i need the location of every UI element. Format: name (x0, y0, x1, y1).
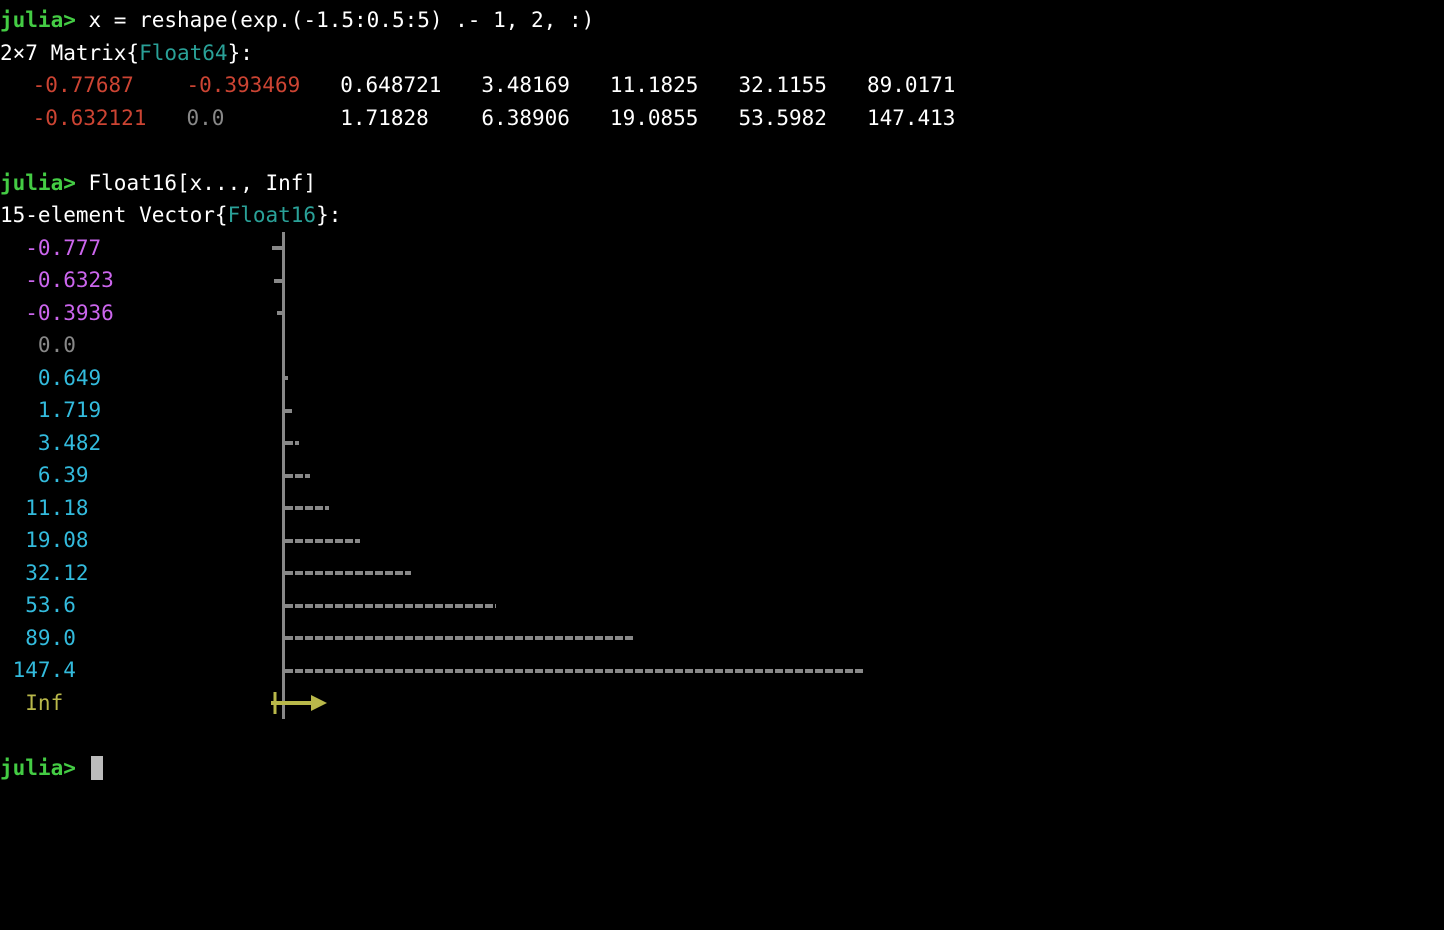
matrix-cell: 11.1825 (590, 69, 719, 102)
spark-bar (285, 539, 360, 543)
spark-bar (285, 669, 865, 673)
vector-value: 19.08 (0, 524, 270, 557)
matrix-cell: 147.413 (847, 102, 976, 135)
vector-value: 3.482 (0, 427, 270, 460)
spark-bar (285, 571, 411, 575)
prompt: julia> (0, 171, 76, 195)
vector-value: Inf (0, 687, 270, 720)
vector-row: 53.6 (0, 589, 1444, 622)
matrix-row: -0.77687-0.3934690.6487213.4816911.18253… (0, 69, 975, 102)
out1-header-plain: 2×7 Matrix{ (0, 41, 139, 65)
vector-value: 53.6 (0, 589, 270, 622)
out2-header-type: Float16 (228, 203, 317, 227)
spark-bar (277, 311, 282, 315)
matrix-cell: 0.648721 (320, 69, 461, 102)
repl-line-1: julia> x = reshape(exp.(-1.5:0.5:5) .- 1… (0, 4, 1444, 37)
vector-value: 147.4 (0, 654, 270, 687)
vector-row: Inf (0, 687, 1444, 720)
out2-header-end: }: (316, 203, 341, 227)
spark-bar (285, 474, 310, 478)
axis (282, 297, 285, 330)
blank-2 (0, 719, 1444, 752)
vector-sparkline: -0.777 -0.6323 -0.3936 0.0 0.649 1.719 3… (0, 232, 1444, 720)
vector-value: 0.649 (0, 362, 270, 395)
prompt: julia> (0, 756, 76, 780)
matrix-cell: 6.38906 (461, 102, 590, 135)
vector-row: 89.0 (0, 622, 1444, 655)
vector-value: -0.3936 (0, 297, 270, 330)
spark-bar (285, 604, 496, 608)
vector-row: 1.719 (0, 394, 1444, 427)
matrix-cell: 3.48169 (461, 69, 590, 102)
inf-arrow-icon (271, 692, 327, 714)
repl-line-3[interactable]: julia> (0, 752, 1444, 785)
matrix-cell: 53.5982 (718, 102, 847, 135)
matrix-row: -0.6321210.01.718286.3890619.085553.5982… (0, 102, 975, 135)
prompt: julia> (0, 8, 76, 32)
out2-header: 15-element Vector{Float16}: (0, 199, 1444, 232)
vector-row: 32.12 (0, 557, 1444, 590)
spark-bar (285, 376, 288, 380)
matrix-cell: -0.393469 (166, 69, 320, 102)
cursor (91, 756, 103, 780)
vector-value: 89.0 (0, 622, 270, 655)
matrix-cell: -0.632121 (13, 102, 167, 135)
matrix-cell: 0.0 (166, 102, 320, 135)
input-2: Float16[x..., Inf] (89, 171, 317, 195)
input-1: x = reshape(exp.(-1.5:0.5:5) .- 1, 2, :) (89, 8, 595, 32)
vector-value: -0.777 (0, 232, 270, 265)
out2-header-plain: 15-element Vector{ (0, 203, 228, 227)
vector-row: 0.0 (0, 329, 1444, 362)
vector-value: 0.0 (0, 329, 270, 362)
vector-value: 1.719 (0, 394, 270, 427)
matrix-cell: 1.71828 (320, 102, 461, 135)
spark-bar (285, 441, 299, 445)
spark-bar (274, 279, 282, 283)
terminal[interactable]: julia> x = reshape(exp.(-1.5:0.5:5) .- 1… (0, 0, 1444, 784)
vector-row: 0.649 (0, 362, 1444, 395)
repl-line-2: julia> Float16[x..., Inf] (0, 167, 1444, 200)
spark-bar (285, 636, 635, 640)
axis (282, 232, 285, 265)
vector-row: 11.18 (0, 492, 1444, 525)
spark-bar (285, 409, 292, 413)
vector-row: -0.777 (0, 232, 1444, 265)
out1-header-type: Float64 (139, 41, 228, 65)
matrix-output: -0.77687-0.3934690.6487213.4816911.18253… (0, 69, 975, 134)
vector-value: 11.18 (0, 492, 270, 525)
vector-row: -0.6323 (0, 264, 1444, 297)
vector-row: 3.482 (0, 427, 1444, 460)
vector-value: 32.12 (0, 557, 270, 590)
axis (282, 329, 285, 362)
out1-header-end: }: (228, 41, 253, 65)
spark-bar (272, 246, 282, 250)
matrix-cell: -0.77687 (13, 69, 167, 102)
matrix-cell: 19.0855 (590, 102, 719, 135)
vector-row: 6.39 (0, 459, 1444, 492)
axis (282, 264, 285, 297)
vector-row: 147.4 (0, 654, 1444, 687)
vector-value: 6.39 (0, 459, 270, 492)
matrix-cell: 32.1155 (718, 69, 847, 102)
spark-bar (285, 506, 329, 510)
vector-value: -0.6323 (0, 264, 270, 297)
out1-header: 2×7 Matrix{Float64}: (0, 37, 1444, 70)
matrix-cell: 89.0171 (847, 69, 976, 102)
vector-row: 19.08 (0, 524, 1444, 557)
vector-row: -0.3936 (0, 297, 1444, 330)
blank-1 (0, 134, 1444, 167)
